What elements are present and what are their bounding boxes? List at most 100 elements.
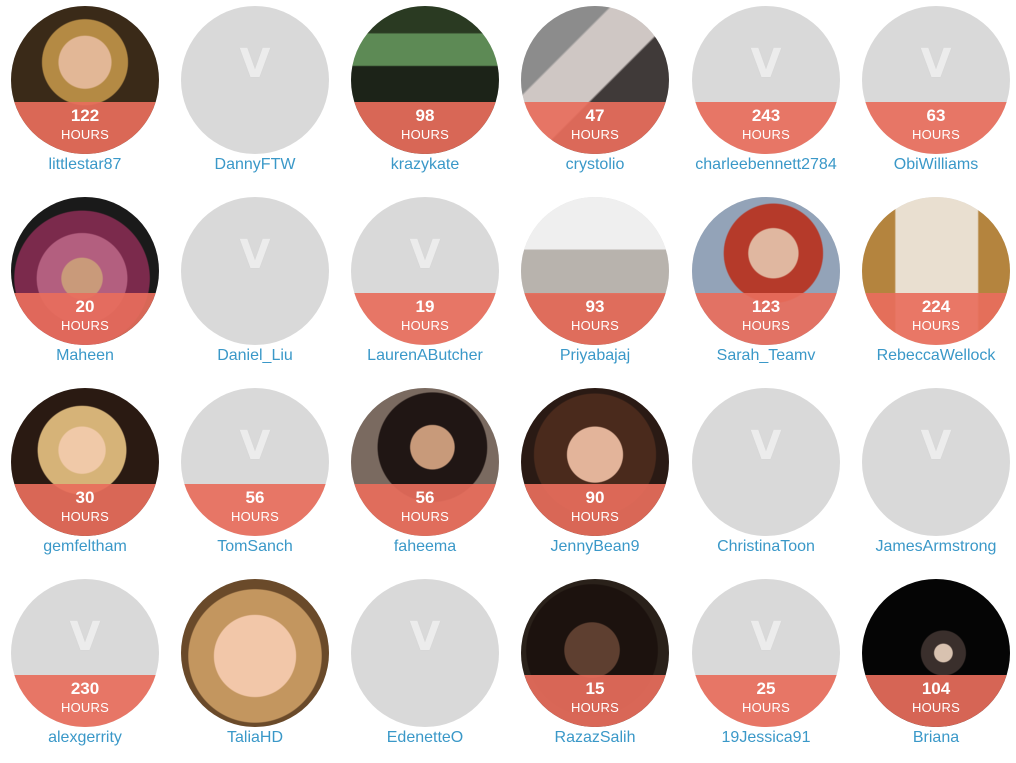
avatar[interactable]: V 56 HOURS	[181, 388, 329, 536]
avatar[interactable]: V 230 HOURS	[11, 579, 159, 727]
avatar[interactable]: 20 HOURS	[11, 197, 159, 345]
default-avatar-logo-icon: V	[750, 423, 782, 469]
hours-label: HOURS	[571, 700, 619, 715]
profile-card[interactable]: 224 HOURS RebeccaWellock	[851, 191, 1016, 381]
avatar[interactable]: V	[351, 579, 499, 727]
avatar[interactable]: 30 HOURS	[11, 388, 159, 536]
username-link[interactable]: faheema	[334, 537, 516, 557]
avatar[interactable]: 104 HOURS	[862, 579, 1010, 727]
avatar[interactable]: V 243 HOURS	[692, 6, 840, 154]
avatar[interactable]: V	[692, 388, 840, 536]
hours-badge: 56 HOURS	[181, 484, 329, 536]
profile-card[interactable]: 20 HOURS Maheen	[0, 191, 170, 381]
hours-label: HOURS	[912, 127, 960, 142]
avatar[interactable]: V	[181, 6, 329, 154]
profile-card[interactable]: 123 HOURS Sarah_Teamv	[681, 191, 851, 381]
profile-card[interactable]: 30 HOURS gemfeltham	[0, 382, 170, 572]
hours-label: HOURS	[401, 318, 449, 333]
username-link[interactable]: alexgerrity	[0, 728, 176, 748]
avatar[interactable]: 90 HOURS	[521, 388, 669, 536]
hours-count: 15	[585, 679, 605, 698]
username-link[interactable]: JamesArmstrong	[845, 537, 1016, 557]
username-link[interactable]: Priyabajaj	[504, 346, 686, 366]
hours-count: 122	[70, 106, 100, 125]
username-link[interactable]: 19Jessica91	[675, 728, 857, 748]
profile-card[interactable]: TaliaHD	[170, 573, 340, 763]
avatar[interactable]: 98 HOURS	[351, 6, 499, 154]
hours-label: HOURS	[571, 509, 619, 524]
profile-card[interactable]: V 25 HOURS 19Jessica91	[681, 573, 851, 763]
avatar[interactable]: 123 HOURS	[692, 197, 840, 345]
username-link[interactable]: ChristinaToon	[675, 537, 857, 557]
username-link[interactable]: charleebennett2784	[675, 155, 857, 175]
username-link[interactable]: DannyFTW	[164, 155, 346, 175]
username-link[interactable]: EdenetteO	[334, 728, 516, 748]
avatar[interactable]: 93 HOURS	[521, 197, 669, 345]
hours-badge: 230 HOURS	[11, 675, 159, 727]
username-link[interactable]: RazazSalih	[504, 728, 686, 748]
avatar[interactable]: V 19 HOURS	[351, 197, 499, 345]
profile-card[interactable]: V DannyFTW	[170, 0, 340, 190]
avatar[interactable]: V 25 HOURS	[692, 579, 840, 727]
avatar[interactable]: V 63 HOURS	[862, 6, 1010, 154]
default-avatar-logo-icon: V	[920, 423, 952, 469]
profile-card[interactable]: 98 HOURS krazykate	[340, 0, 510, 190]
hours-label: HOURS	[231, 509, 279, 524]
hours-count: 25	[756, 679, 776, 698]
profile-card[interactable]: V JamesArmstrong	[851, 382, 1016, 572]
hours-label: HOURS	[912, 700, 960, 715]
profile-card[interactable]: V 243 HOURS charleebennett2784	[681, 0, 851, 190]
profile-card[interactable]: 122 HOURS littlestar87	[0, 0, 170, 190]
hours-count: 243	[751, 106, 781, 125]
username-link[interactable]: JennyBean9	[504, 537, 686, 557]
profile-photo	[181, 579, 329, 727]
default-avatar-logo-icon: V	[239, 423, 271, 469]
username-link[interactable]: littlestar87	[0, 155, 176, 175]
hours-label: HOURS	[61, 509, 109, 524]
username-link[interactable]: Maheen	[0, 346, 176, 366]
username-link[interactable]: crystolio	[504, 155, 686, 175]
avatar[interactable]: 15 HOURS	[521, 579, 669, 727]
username-link[interactable]: LaurenAButcher	[334, 346, 516, 366]
hours-badge: 15 HOURS	[521, 675, 669, 727]
avatar[interactable]: 122 HOURS	[11, 6, 159, 154]
default-avatar-logo-icon: V	[409, 614, 441, 660]
profile-card[interactable]: V EdenetteO	[340, 573, 510, 763]
hours-label: HOURS	[742, 700, 790, 715]
username-link[interactable]: TaliaHD	[164, 728, 346, 748]
profile-card[interactable]: V Daniel_Liu	[170, 191, 340, 381]
username-link[interactable]: ObiWilliams	[845, 155, 1016, 175]
username-link[interactable]: Sarah_Teamv	[675, 346, 857, 366]
profile-card[interactable]: 47 HOURS crystolio	[510, 0, 680, 190]
hours-badge: 243 HOURS	[692, 102, 840, 154]
profile-card[interactable]: 90 HOURS JennyBean9	[510, 382, 680, 572]
avatar[interactable]: 56 HOURS	[351, 388, 499, 536]
profile-card[interactable]: V 19 HOURS LaurenAButcher	[340, 191, 510, 381]
hours-count: 47	[585, 106, 605, 125]
profile-card[interactable]: 104 HOURS Briana	[851, 573, 1016, 763]
avatar[interactable]: V	[181, 197, 329, 345]
profile-card[interactable]: 56 HOURS faheema	[340, 382, 510, 572]
username-link[interactable]: RebeccaWellock	[845, 346, 1016, 366]
username-link[interactable]: TomSanch	[164, 537, 346, 557]
profile-card[interactable]: V 230 HOURS alexgerrity	[0, 573, 170, 763]
hours-label: HOURS	[742, 318, 790, 333]
profile-card[interactable]: 93 HOURS Priyabajaj	[510, 191, 680, 381]
avatar[interactable]: V	[862, 388, 1010, 536]
avatar[interactable]: 47 HOURS	[521, 6, 669, 154]
default-avatar-logo-icon: V	[750, 614, 782, 660]
hours-count: 63	[926, 106, 946, 125]
avatar[interactable]	[181, 579, 329, 727]
avatar[interactable]: 224 HOURS	[862, 197, 1010, 345]
profile-card[interactable]: 15 HOURS RazazSalih	[510, 573, 680, 763]
username-link[interactable]: krazykate	[334, 155, 516, 175]
username-link[interactable]: Briana	[845, 728, 1016, 748]
profile-card[interactable]: V 63 HOURS ObiWilliams	[851, 0, 1016, 190]
username-link[interactable]: Daniel_Liu	[164, 346, 346, 366]
profile-card[interactable]: V 56 HOURS TomSanch	[170, 382, 340, 572]
username-link[interactable]: gemfeltham	[0, 537, 176, 557]
profile-card[interactable]: V ChristinaToon	[681, 382, 851, 572]
hours-badge: 224 HOURS	[862, 293, 1010, 345]
hours-label: HOURS	[912, 318, 960, 333]
hours-badge: 19 HOURS	[351, 293, 499, 345]
